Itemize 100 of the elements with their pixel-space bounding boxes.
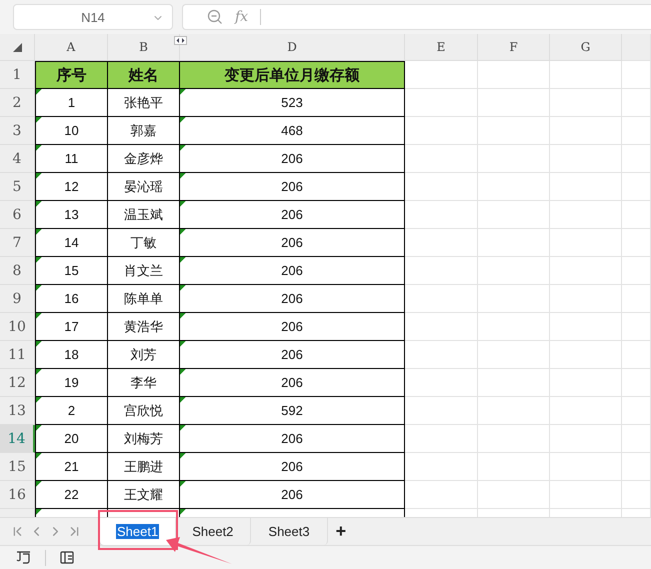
empty-cell [622, 117, 651, 145]
empty-cell [550, 369, 622, 397]
table-cell: 13 [35, 201, 108, 229]
row-header[interactable]: 8 [0, 257, 35, 285]
table-cell: 王鹏进 [108, 453, 180, 481]
empty-cell [550, 285, 622, 313]
row-header[interactable]: 14 [0, 425, 35, 453]
empty-cell [550, 89, 622, 117]
table-cell: 20 [35, 425, 108, 453]
empty-cell [550, 173, 622, 201]
empty-cell [622, 89, 651, 117]
empty-cell [550, 481, 622, 509]
sheet-tab[interactable]: Sheet3 [251, 518, 328, 545]
empty-cell [550, 229, 622, 257]
empty-cell [478, 201, 550, 229]
empty-cell [622, 453, 651, 481]
empty-cell [478, 453, 550, 481]
empty-cell [550, 397, 622, 425]
empty-cell [550, 61, 622, 89]
table-cell: 张艳平 [108, 89, 180, 117]
row-header[interactable]: 16 [0, 481, 35, 509]
empty-cell [478, 397, 550, 425]
row-header[interactable]: 3 [0, 117, 35, 145]
empty-cell [550, 201, 622, 229]
row-header[interactable]: 2 [0, 89, 35, 117]
row-header[interactable]: 4 [0, 145, 35, 173]
empty-cell [622, 257, 651, 285]
table-cell: 10 [35, 117, 108, 145]
add-sheet-button[interactable]: + [328, 521, 354, 542]
table-cell: 李华 [108, 369, 180, 397]
table-cell: 17 [35, 313, 108, 341]
table-cell: 19 [35, 369, 108, 397]
column-header[interactable]: G [550, 34, 622, 61]
empty-cell [622, 61, 651, 89]
column-header[interactable]: D [180, 34, 405, 61]
table-cell: 21 [35, 453, 108, 481]
empty-cell [622, 425, 651, 453]
table-cell: 206 [180, 285, 405, 313]
empty-cell [550, 313, 622, 341]
empty-cell [622, 229, 651, 257]
table-cell: 肖文兰 [108, 257, 180, 285]
table-cell: 金彦烨 [108, 145, 180, 173]
row-header[interactable]: 1 [0, 61, 35, 89]
table-cell: 592 [180, 397, 405, 425]
empty-cell [550, 117, 622, 145]
empty-cell [622, 369, 651, 397]
empty-cell [622, 285, 651, 313]
empty-cell [478, 145, 550, 173]
table-cell: 206 [180, 145, 405, 173]
table-cell: 温玉斌 [108, 201, 180, 229]
row-header[interactable]: 11 [0, 341, 35, 369]
row-header[interactable]: 5 [0, 173, 35, 201]
table-cell: 22 [35, 481, 108, 509]
table-cell: 14 [35, 229, 108, 257]
panel-icon[interactable] [60, 551, 75, 564]
empty-cell [622, 145, 651, 173]
column-header[interactable]: B [108, 34, 180, 61]
row-header[interactable]: 12 [0, 369, 35, 397]
table-cell: 陈单单 [108, 285, 180, 313]
empty-cell [478, 425, 550, 453]
empty-cell [622, 341, 651, 369]
name-box[interactable]: N14 [13, 4, 173, 30]
table-cell: 12 [35, 173, 108, 201]
empty-cell [478, 173, 550, 201]
column-header[interactable]: F [478, 34, 550, 61]
table-cell: 晏沁瑶 [108, 173, 180, 201]
row-header[interactable]: 13 [0, 397, 35, 425]
row-header[interactable]: 9 [0, 285, 35, 313]
column-header[interactable]: A [35, 34, 108, 61]
macro-icon[interactable] [16, 550, 31, 564]
column-header[interactable]: E [405, 34, 478, 61]
empty-cell [622, 313, 651, 341]
table-cell: 刘梅芳 [108, 425, 180, 453]
table-cell: 206 [180, 313, 405, 341]
empty-cell [478, 481, 550, 509]
empty-cell [550, 425, 622, 453]
table-cell: 206 [180, 173, 405, 201]
empty-cell [622, 397, 651, 425]
row-header[interactable]: 7 [0, 229, 35, 257]
hidden-column-icon[interactable] [174, 36, 187, 45]
column-title: 姓名 [108, 61, 180, 89]
table-cell: 15 [35, 257, 108, 285]
row-header[interactable]: 10 [0, 313, 35, 341]
sheet-tab[interactable]: Sheet1 [100, 518, 176, 545]
empty-cell [478, 229, 550, 257]
table-cell: 11 [35, 145, 108, 173]
empty-cell [622, 201, 651, 229]
empty-cell [478, 117, 550, 145]
table-cell: 523 [180, 89, 405, 117]
table-cell: 468 [180, 117, 405, 145]
zoom-out-icon[interactable] [207, 9, 223, 25]
table-cell: 206 [180, 453, 405, 481]
empty-cell [622, 481, 651, 509]
table-cell: 206 [180, 425, 405, 453]
empty-cell [550, 341, 622, 369]
row-header[interactable]: 15 [0, 453, 35, 481]
row-header[interactable]: 6 [0, 201, 35, 229]
select-all-icon[interactable] [12, 42, 22, 52]
empty-cell [478, 61, 550, 89]
empty-cell [550, 145, 622, 173]
